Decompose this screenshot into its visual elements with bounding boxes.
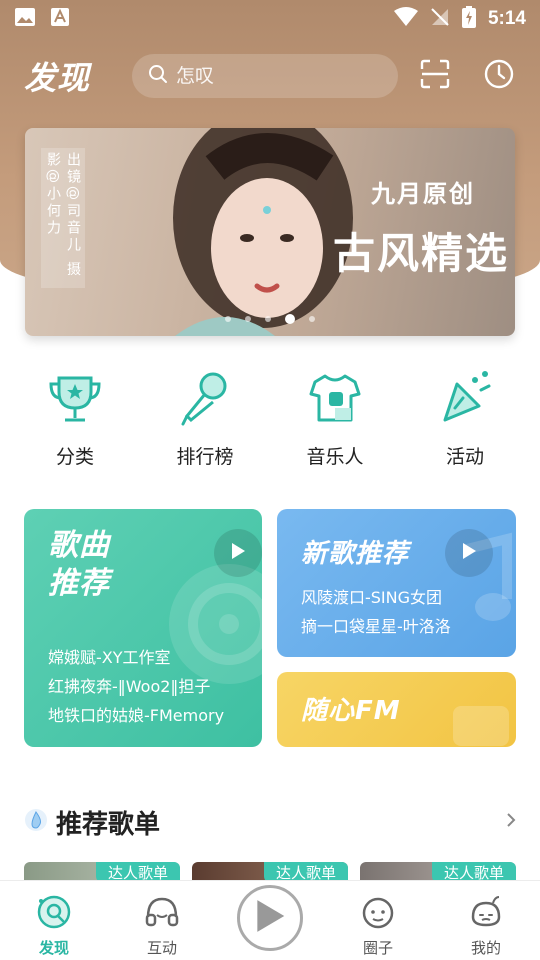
nav-category-label: 分类 xyxy=(55,446,94,468)
recommended-playlists-header[interactable]: 推荐歌单 xyxy=(24,802,518,842)
top-bar: 发现 xyxy=(0,48,540,104)
play-icon xyxy=(251,897,289,939)
nav-events[interactable]: 活动 xyxy=(415,368,515,478)
new-songs-list: 风陵渡口-SING女团 摘一口袋星星-叶洛洛 xyxy=(301,583,451,641)
play-icon xyxy=(230,542,246,564)
banner-dot[interactable] xyxy=(309,316,315,322)
tab-interact[interactable]: 互动 xyxy=(117,881,207,958)
list-item[interactable]: 地铁口的姑娘-FMemory xyxy=(48,701,224,730)
random-fm-title: 随心FM xyxy=(301,696,401,726)
song-recommend-title-line2: 推荐 xyxy=(48,566,110,601)
new-songs-card[interactable]: 新歌推荐 风陵渡口-SING女团 摘一口袋星星-叶洛洛 xyxy=(277,509,516,657)
status-time: 5:14 xyxy=(487,8,526,29)
random-fm-card[interactable]: 随心FM xyxy=(277,672,516,747)
water-drop-icon xyxy=(24,808,48,836)
list-item[interactable]: 摘一口袋星星-叶洛洛 xyxy=(301,612,451,641)
banner-credit: 出镜@司音儿 摄影@小何力 xyxy=(41,148,85,288)
search-icon xyxy=(148,64,168,88)
no-signal-icon xyxy=(430,7,450,31)
song-recommend-play-button[interactable] xyxy=(214,529,262,577)
search-input[interactable] xyxy=(176,65,376,87)
party-popper-icon xyxy=(435,368,495,432)
microphone-icon xyxy=(175,368,235,432)
nav-category[interactable]: 分类 xyxy=(25,368,125,478)
banner-dot[interactable] xyxy=(225,316,231,322)
scan-icon[interactable] xyxy=(420,59,450,93)
banner-title: 古风精选 xyxy=(332,229,509,278)
battery-charging-icon xyxy=(461,6,476,32)
nav-events-label: 活动 xyxy=(445,446,484,468)
new-songs-title: 新歌推荐 xyxy=(301,539,410,569)
nav-musicians[interactable]: 音乐人 xyxy=(285,368,385,478)
play-icon xyxy=(461,542,477,564)
song-recommend-title: 歌曲 推荐 xyxy=(48,527,110,603)
tab-player[interactable] xyxy=(225,881,315,951)
app-notification-icon xyxy=(50,7,70,31)
trophy-icon xyxy=(45,368,105,432)
status-bar: 5:14 xyxy=(0,0,540,38)
list-item[interactable]: 风陵渡口-SING女团 xyxy=(301,583,451,612)
promo-banner[interactable]: 出镜@司音儿 摄影@小何力 九月原创 古风精选 xyxy=(25,128,515,336)
discover-icon xyxy=(35,893,73,935)
profile-face-icon xyxy=(467,893,505,935)
banner-dot[interactable] xyxy=(245,316,251,322)
banner-dot[interactable] xyxy=(265,316,271,322)
nav-musicians-label: 音乐人 xyxy=(306,446,364,468)
banner-dot-active[interactable] xyxy=(285,314,295,324)
gallery-icon xyxy=(14,7,36,31)
tab-mine-label: 我的 xyxy=(470,939,501,957)
quick-nav: 分类 排行榜 音乐人 活动 xyxy=(0,368,540,478)
song-recommend-card[interactable]: 歌曲 推荐 嫦娥赋-XY工作室 红拂夜奔-‖Woo2‖担子 地铁口的姑娘-FMe… xyxy=(24,509,262,747)
list-item[interactable]: 红拂夜奔-‖Woo2‖担子 xyxy=(48,672,224,701)
nav-charts-label: 排行榜 xyxy=(176,446,234,468)
center-play-button[interactable] xyxy=(237,885,303,951)
app-title: 发现 xyxy=(24,59,91,97)
tab-discover[interactable]: 发现 xyxy=(9,881,99,958)
search-box[interactable] xyxy=(132,54,398,98)
tab-mine[interactable]: 我的 xyxy=(441,881,531,958)
song-recommend-title-line1: 歌曲 xyxy=(48,528,110,563)
banner-pagination xyxy=(225,314,315,324)
radio-decoration-icon xyxy=(453,706,509,746)
nav-charts[interactable]: 排行榜 xyxy=(155,368,255,478)
new-songs-play-button[interactable] xyxy=(445,529,493,577)
tshirt-icon xyxy=(305,368,365,432)
circle-face-icon xyxy=(359,893,397,935)
tab-discover-label: 发现 xyxy=(38,939,69,957)
tab-interact-label: 互动 xyxy=(146,939,177,957)
list-item[interactable]: 嫦娥赋-XY工作室 xyxy=(48,643,224,672)
chevron-right-icon[interactable] xyxy=(504,812,518,832)
song-recommend-list: 嫦娥赋-XY工作室 红拂夜奔-‖Woo2‖担子 地铁口的姑娘-FMemory xyxy=(48,643,224,730)
bottom-tab-bar: 发现 互动 圈子 我的 xyxy=(0,880,540,960)
tab-circle-label: 圈子 xyxy=(362,939,393,957)
history-clock-icon[interactable] xyxy=(484,59,514,93)
section-title: 推荐歌单 xyxy=(56,809,161,840)
tab-circle[interactable]: 圈子 xyxy=(333,881,423,958)
wifi-icon xyxy=(393,7,418,31)
headphones-icon xyxy=(143,893,181,935)
banner-subtitle: 九月原创 xyxy=(371,180,475,208)
